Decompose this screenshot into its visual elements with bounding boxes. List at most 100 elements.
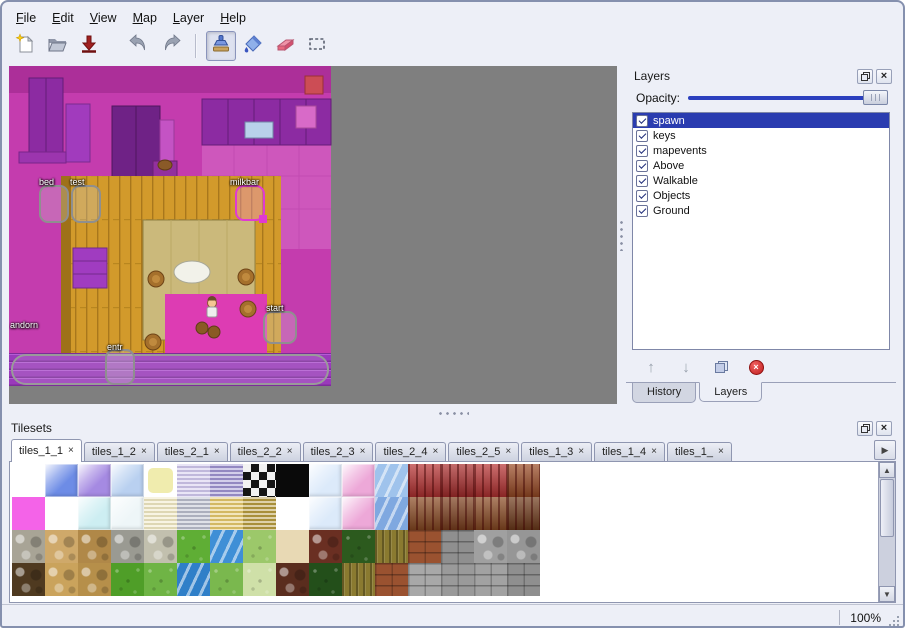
menu-layer[interactable]: Layer [165,9,212,27]
opacity-slider-handle[interactable] [863,90,888,105]
tab-close-icon[interactable]: × [505,447,511,457]
tile-2-2[interactable] [78,530,111,563]
layer-row-mapevents[interactable]: mapevents [633,143,889,158]
tileset-tab-tiles_1_1[interactable]: tiles_1_1× [11,439,82,462]
tile-2-0[interactable] [12,530,45,563]
fill-tool-button[interactable] [238,31,268,61]
tile-2-5[interactable] [177,530,210,563]
tile-0-12[interactable] [408,464,441,497]
tile-2-10[interactable] [342,530,375,563]
map-canvas[interactable]: bedtestmilkbarstartandornentr [9,66,617,404]
tileset-tab-tiles_2_4[interactable]: tiles_2_4× [375,442,446,461]
layer-row-spawn[interactable]: spawn [633,113,889,128]
tile-1-11[interactable] [375,497,408,530]
tile-1-13[interactable] [441,497,474,530]
tile-0-7[interactable] [243,464,276,497]
menu-file[interactable]: File [8,9,44,27]
tileset-tab-tiles_1_2[interactable]: tiles_1_2× [84,442,155,461]
open-file-button[interactable] [42,31,72,61]
menu-view[interactable]: View [82,9,125,27]
tab-layers[interactable]: Layers [699,382,762,402]
tileset-tab-tiles_1_3[interactable]: tiles_1_3× [521,442,592,461]
tab-close-icon[interactable]: × [360,447,366,457]
tile-0-13[interactable] [441,464,474,497]
tile-1-2[interactable] [78,497,111,530]
tile-3-8[interactable] [276,563,309,596]
tile-2-1[interactable] [45,530,78,563]
tilesets-float-button[interactable] [857,421,873,436]
delete-layer-button[interactable]: × [747,358,765,376]
tile-0-2[interactable] [78,464,111,497]
tile-0-11[interactable] [375,464,408,497]
lower-layer-button[interactable]: ↓ [677,358,695,376]
layer-visibility-checkbox[interactable] [636,205,648,217]
tile-3-12[interactable] [408,563,441,596]
tile-2-9[interactable] [309,530,342,563]
tile-1-4[interactable] [144,497,177,530]
tile-3-1[interactable] [45,563,78,596]
menu-edit[interactable]: Edit [44,9,82,27]
tile-3-2[interactable] [78,563,111,596]
layer-visibility-checkbox[interactable] [636,175,648,187]
layer-visibility-checkbox[interactable] [636,130,648,142]
layer-row-Above[interactable]: Above [633,158,889,173]
tile-2-15[interactable] [507,530,540,563]
scrollbar-thumb[interactable] [880,479,894,537]
tile-3-4[interactable] [144,563,177,596]
tile-2-8[interactable] [276,530,309,563]
stamp-tool-button[interactable] [206,31,236,61]
layers-float-button[interactable] [857,69,873,84]
tile-0-8[interactable] [276,464,309,497]
layer-row-keys[interactable]: keys [633,128,889,143]
scroll-down-button[interactable]: ▼ [879,586,895,602]
tab-close-icon[interactable]: × [287,447,293,457]
tile-2-13[interactable] [441,530,474,563]
eraser-tool-button[interactable] [270,31,300,61]
tile-3-15[interactable] [507,563,540,596]
tile-2-3[interactable] [111,530,144,563]
tilesets-close-button[interactable]: × [876,421,892,436]
tile-3-0[interactable] [12,563,45,596]
tile-3-9[interactable] [309,563,342,596]
tile-1-8[interactable] [276,497,309,530]
tile-1-5[interactable] [177,497,210,530]
layer-row-Walkable[interactable]: Walkable [633,173,889,188]
tab-history[interactable]: History [632,383,696,403]
tile-1-0[interactable] [12,497,45,530]
tileset-tab-tiles_2_5[interactable]: tiles_2_5× [448,442,519,461]
tile-0-0[interactable] [12,464,45,497]
tile-2-6[interactable] [210,530,243,563]
scroll-up-button[interactable]: ▲ [879,462,895,478]
duplicate-layer-button[interactable] [712,358,730,376]
tile-3-7[interactable] [243,563,276,596]
tile-1-10[interactable] [342,497,375,530]
undo-button[interactable] [124,31,154,61]
tile-0-1[interactable] [45,464,78,497]
menu-map[interactable]: Map [125,9,165,27]
tile-2-7[interactable] [243,530,276,563]
new-file-button[interactable] [10,31,40,61]
tile-0-5[interactable] [177,464,210,497]
tile-1-3[interactable] [111,497,144,530]
tab-close-icon[interactable]: × [578,447,584,457]
tile-1-14[interactable] [474,497,507,530]
opacity-slider[interactable] [688,96,886,100]
tile-0-15[interactable] [507,464,540,497]
resize-grip[interactable] [889,616,900,627]
tile-0-3[interactable] [111,464,144,497]
tile-3-5[interactable] [177,563,210,596]
tile-1-1[interactable] [45,497,78,530]
tile-0-10[interactable] [342,464,375,497]
layer-visibility-checkbox[interactable] [636,190,648,202]
menu-help[interactable]: Help [212,9,254,27]
tab-close-icon[interactable]: × [141,447,147,457]
tab-close-icon[interactable]: × [718,447,724,457]
tile-0-14[interactable] [474,464,507,497]
tile-2-14[interactable] [474,530,507,563]
tileset-tab-tiles_2_3[interactable]: tiles_2_3× [303,442,374,461]
tile-1-15[interactable] [507,497,540,530]
tile-2-11[interactable] [375,530,408,563]
tileset-tab-tiles_1_[interactable]: tiles_1_× [667,442,732,461]
tile-1-7[interactable] [243,497,276,530]
tile-3-3[interactable] [111,563,144,596]
